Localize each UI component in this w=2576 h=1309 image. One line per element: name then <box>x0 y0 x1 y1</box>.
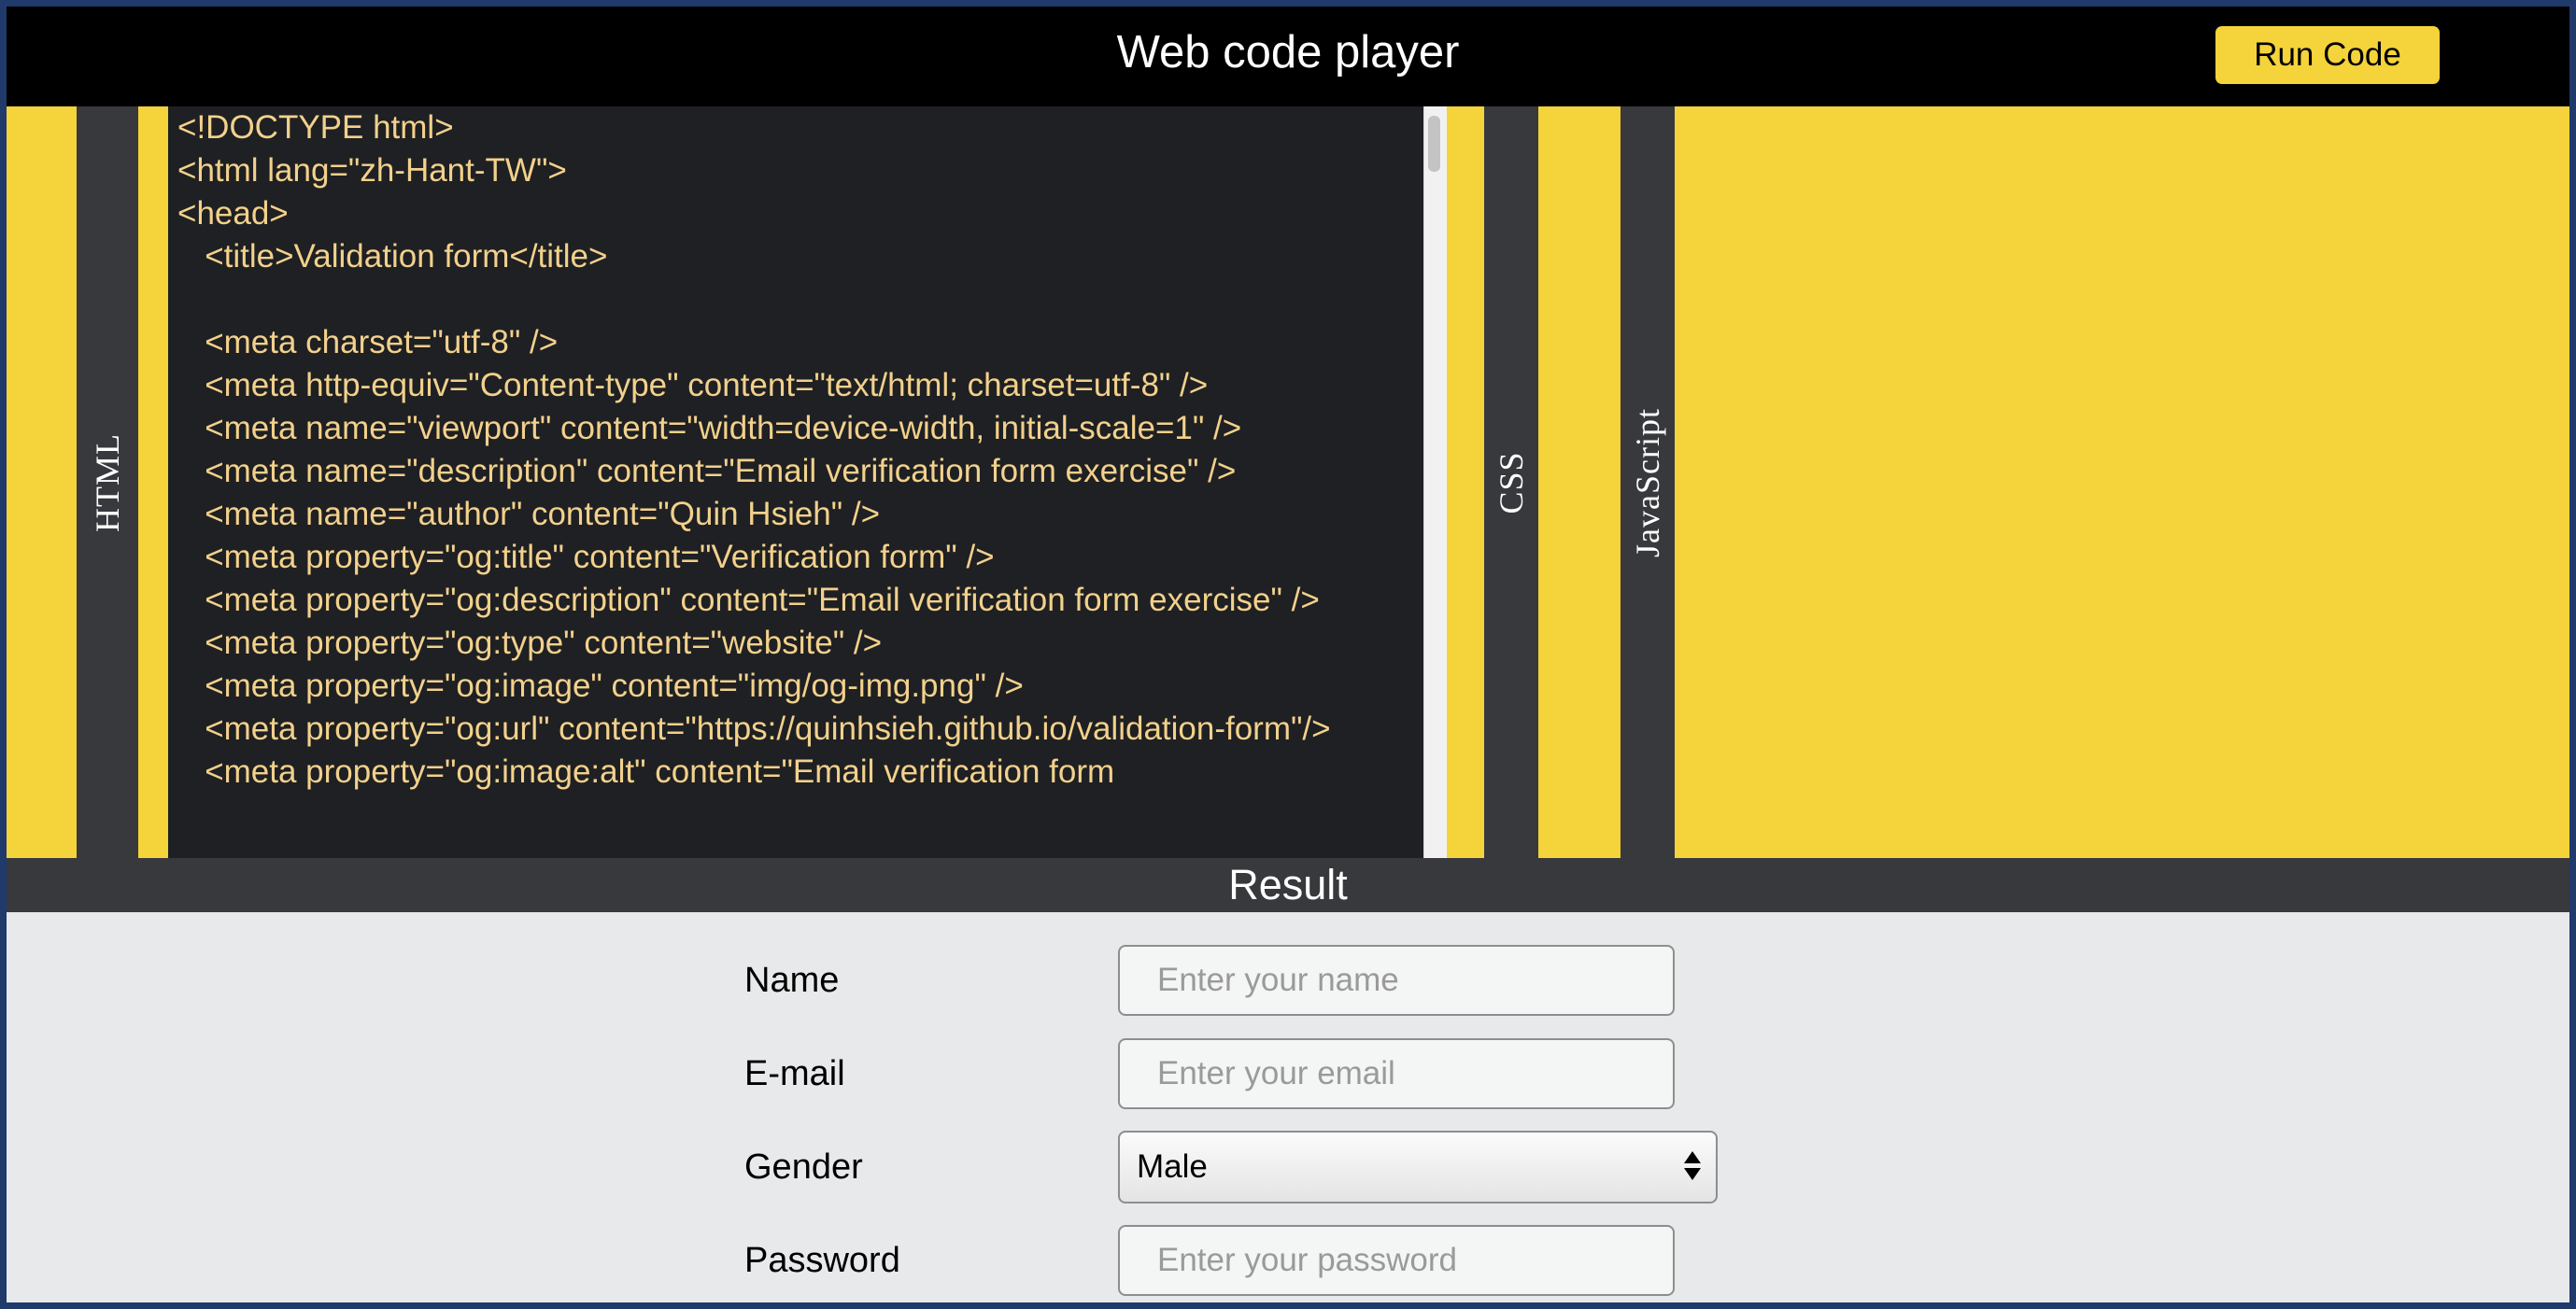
name-label: Name <box>744 961 840 1000</box>
html-tab-label: HTML <box>89 432 126 532</box>
html-code-text[interactable]: <!DOCTYPE html> <html lang="zh-Hant-TW">… <box>177 106 1420 794</box>
name-input[interactable] <box>1118 945 1675 1016</box>
html-code-editor[interactable]: <!DOCTYPE html> <html lang="zh-Hant-TW">… <box>168 106 1423 858</box>
run-code-button[interactable]: Run Code <box>2215 26 2440 84</box>
gender-label: Gender <box>744 1147 863 1187</box>
javascript-tab-label: JavaScript <box>1629 407 1666 557</box>
email-label: E-mail <box>744 1054 845 1093</box>
css-tab-label: CSS <box>1493 450 1530 514</box>
html-editor-scrollbar[interactable] <box>1423 106 1447 858</box>
gender-select[interactable]: Male <box>1118 1131 1718 1203</box>
password-input[interactable] <box>1118 1225 1675 1296</box>
app-window: Web code player Run Code HTML <!DOCTYPE … <box>7 7 2569 1302</box>
email-input[interactable] <box>1118 1038 1675 1109</box>
scrollbar-thumb[interactable] <box>1428 116 1440 172</box>
header-bar: Web code player Run Code <box>7 7 2569 106</box>
result-header: Result <box>7 858 2569 912</box>
gender-selected-value: Male <box>1137 1148 1208 1185</box>
select-arrows-icon <box>1682 1147 1703 1185</box>
html-tab[interactable]: HTML <box>77 106 138 858</box>
css-tab[interactable]: CSS <box>1484 106 1538 858</box>
javascript-tab[interactable]: JavaScript <box>1621 106 1675 858</box>
result-preview: Name E-mail Gender Male Password <box>7 912 2569 1302</box>
editors-area: HTML <!DOCTYPE html> <html lang="zh-Hant… <box>7 106 2569 858</box>
app-title: Web code player <box>1116 27 1460 77</box>
password-label: Password <box>744 1241 900 1280</box>
